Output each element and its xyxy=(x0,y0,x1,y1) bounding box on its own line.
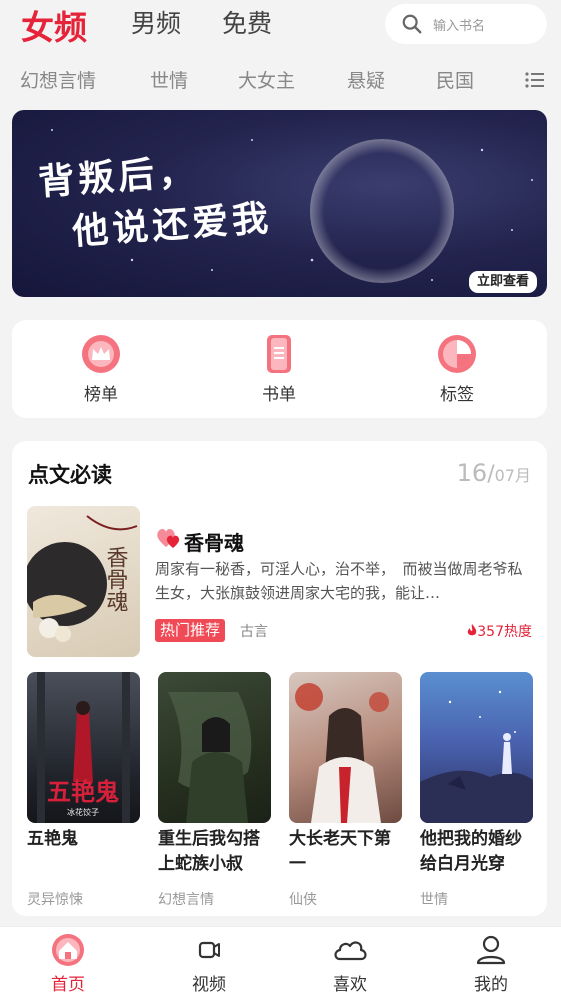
crown-icon xyxy=(82,335,120,373)
search-placeholder: 输入书名 xyxy=(433,19,486,34)
book-cover xyxy=(289,672,402,823)
book-cover-author: 冰花饺子 xyxy=(67,807,99,817)
ranking-button[interactable]: 榜单 xyxy=(51,334,151,405)
section-date: 16/07月 xyxy=(457,459,531,487)
heart-icon xyxy=(157,529,180,548)
tab-male[interactable]: 男频 xyxy=(131,4,181,40)
book-cover-art: 五艳鬼 冰花饺子 xyxy=(37,672,130,823)
category-fantasy-romance[interactable]: 幻想言情 xyxy=(20,66,96,93)
nav-home[interactable]: 首页 xyxy=(18,933,118,995)
section-title: 点文必读 xyxy=(28,463,112,487)
nav-video[interactable]: 视频 xyxy=(159,933,259,995)
video-icon xyxy=(198,941,220,959)
heat-value: 357热度 xyxy=(477,624,532,640)
tags-label: 标签 xyxy=(440,385,474,405)
tab-female[interactable]: 女频 xyxy=(21,1,87,49)
book-title: 他把我的婚纱给白月光穿 xyxy=(420,829,522,874)
home-icon xyxy=(52,934,84,966)
tab-free[interactable]: 免费 xyxy=(222,4,272,40)
nav-favorites[interactable]: 喜欢 xyxy=(300,933,400,995)
book-card[interactable]: 重生后我勾搭上蛇族小叔 幻想言情 xyxy=(158,672,271,909)
search-box[interactable]: 输入书名 xyxy=(385,4,547,44)
featured-book-heat: 357热度 xyxy=(467,621,532,641)
crescent-moon-image xyxy=(310,139,454,283)
date-day: 16 xyxy=(456,459,488,487)
flame-icon xyxy=(467,624,477,636)
featured-book-cover[interactable]: 香骨魂 xyxy=(27,506,140,657)
booklist-button[interactable]: 书单 xyxy=(229,334,329,405)
top-bar: 女频 男频 免费 输入书名 xyxy=(0,0,561,50)
tag-pie-icon xyxy=(438,335,476,373)
featured-cover-art: 香骨魂 xyxy=(27,515,138,642)
book-genre: 世情 xyxy=(420,892,448,908)
book-cover: 五艳鬼 冰花饺子 xyxy=(27,672,140,823)
featured-book-title[interactable]: 香骨魂 xyxy=(184,527,244,556)
promo-banner[interactable]: 背叛后， 他说还爱我 立即查看 xyxy=(12,110,547,297)
book-cover-art xyxy=(295,683,389,823)
category-heroine[interactable]: 大女主 xyxy=(238,66,295,93)
bottom-navigation: 首页 视频 喜欢 我的 xyxy=(0,926,561,999)
book-genre: 灵异惊悚 xyxy=(27,892,83,908)
book-genre: 仙侠 xyxy=(289,892,317,908)
book-cover-art xyxy=(420,690,533,823)
book-title: 大长老天下第一 xyxy=(289,829,391,874)
search-icon xyxy=(402,14,422,34)
book-card[interactable]: 五艳鬼 冰花饺子 五艳鬼 灵异惊悚 xyxy=(27,672,140,909)
book-list-icon xyxy=(267,335,291,373)
book-card[interactable]: 大长老天下第一 仙侠 xyxy=(289,672,402,909)
featured-cover-text: 香骨魂 xyxy=(103,546,129,612)
book-genre: 幻想言情 xyxy=(158,892,214,908)
cloud-icon xyxy=(334,941,367,961)
user-icon xyxy=(476,935,506,965)
category-republic-era[interactable]: 民国 xyxy=(436,66,474,93)
featured-book-description: 周家有一秘香，可淫人心，治不举， 而被当做周老爷私生女，大张旗鼓领进周家大宅的我… xyxy=(155,560,523,602)
nav-profile[interactable]: 我的 xyxy=(441,933,541,995)
booklist-label: 书单 xyxy=(262,385,296,405)
hot-recommend-badge: 热门推荐 xyxy=(155,619,226,642)
tags-button[interactable]: 标签 xyxy=(407,334,507,405)
nav-home-label: 首页 xyxy=(51,975,85,995)
book-cover-text: 五艳鬼 xyxy=(47,777,119,806)
category-mystery[interactable]: 悬疑 xyxy=(347,66,385,93)
book-card[interactable]: 他把我的婚纱给白月光穿 世情 xyxy=(420,672,533,909)
category-bar: 幻想言情 世情 大女主 悬疑 民国 xyxy=(0,64,561,96)
must-read-section: 点文必读 16/07月 香骨魂 香骨魂 周家有一秘香，可淫人心，治不举， 而被当… xyxy=(12,441,547,916)
nav-profile-label: 我的 xyxy=(474,975,508,995)
book-title: 五艳鬼 xyxy=(27,829,78,849)
book-cover xyxy=(420,672,533,823)
date-month: 07月 xyxy=(494,466,531,485)
ranking-label: 榜单 xyxy=(84,385,118,405)
menu-list-icon[interactable] xyxy=(524,70,546,90)
category-worldly[interactable]: 世情 xyxy=(150,66,188,93)
nav-favorites-label: 喜欢 xyxy=(333,975,367,995)
book-title: 重生后我勾搭上蛇族小叔 xyxy=(158,829,260,874)
quick-links-card: 榜单 书单 标签 xyxy=(12,320,547,418)
featured-book-genre: 古言 xyxy=(240,624,268,640)
book-cover-art xyxy=(168,692,252,823)
view-now-button[interactable]: 立即查看 xyxy=(468,271,537,293)
nav-video-label: 视频 xyxy=(192,975,226,995)
date-separator: / xyxy=(487,462,495,487)
book-cover xyxy=(158,672,271,823)
